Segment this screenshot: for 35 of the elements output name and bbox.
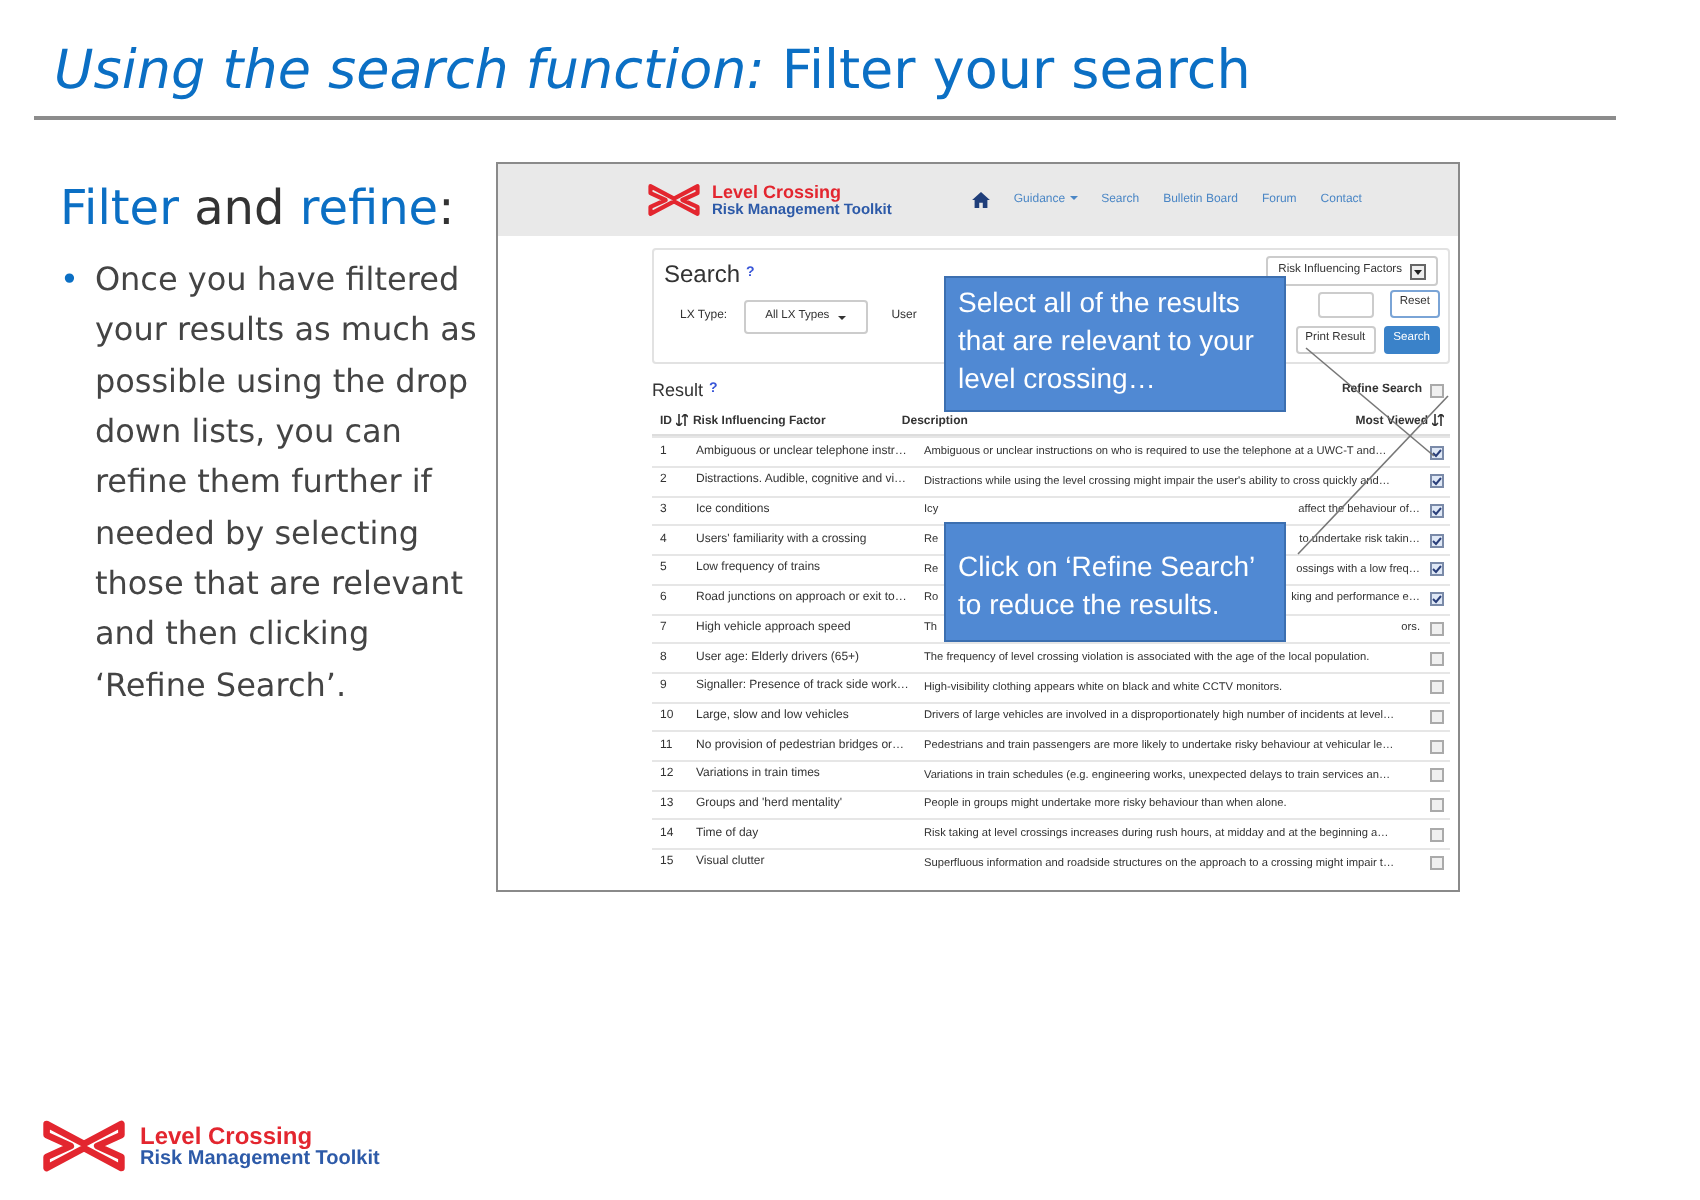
- checkbox[interactable]: [1430, 797, 1444, 812]
- checkbox[interactable]: [1430, 533, 1444, 548]
- checkbox[interactable]: [1430, 827, 1444, 842]
- logo-icon: [646, 182, 702, 219]
- checkbox[interactable]: [1430, 621, 1444, 636]
- section-heading: Filter and refine:: [60, 180, 457, 239]
- logo-icon: [40, 1116, 128, 1176]
- bullet-icon: •: [60, 254, 79, 710]
- checkbox[interactable]: [1430, 768, 1444, 783]
- checkbox[interactable]: [1430, 562, 1444, 577]
- logo-name: Level Crossing: [140, 1123, 315, 1147]
- callout-box: Select all of the results that are relevant to your level crossing…: [944, 276, 1286, 413]
- result-title: Result: [652, 377, 704, 404]
- checkbox[interactable]: [1430, 651, 1444, 666]
- checkbox[interactable]: [1430, 474, 1444, 489]
- caret-icon: [837, 315, 846, 320]
- checkbox[interactable]: [1430, 592, 1444, 607]
- text-field[interactable]: [1317, 291, 1374, 318]
- checkbox[interactable]: [1430, 504, 1444, 519]
- dropdown-icon: [1410, 263, 1426, 280]
- checkbox[interactable]: [1430, 445, 1444, 460]
- slide-title: Using the search function: Filter your search: [52, 38, 1253, 105]
- logo-tagline: Risk Management Toolkit: [140, 1147, 380, 1169]
- checkbox[interactable]: [1430, 680, 1444, 695]
- checkbox[interactable]: [1430, 709, 1444, 724]
- bullet-text: Once you have filtered your results as much as possible using the drop down lists, you can refine them further if needed by selecting those that are relevant and then clicking ‘Refine Search’.: [94, 258, 479, 708]
- panel-title: Search: [664, 258, 741, 293]
- sort-icon[interactable]: [676, 414, 688, 427]
- checkbox[interactable]: [1430, 383, 1444, 398]
- checkbox[interactable]: [1430, 739, 1444, 754]
- sort-icon[interactable]: [1432, 413, 1444, 426]
- brand-name: Level Crossing: [712, 183, 844, 202]
- checkbox[interactable]: [1430, 856, 1444, 871]
- callout-box: Click on ‘Refine Search’ to reduce the results.: [944, 522, 1286, 643]
- home-icon[interactable]: [971, 192, 990, 209]
